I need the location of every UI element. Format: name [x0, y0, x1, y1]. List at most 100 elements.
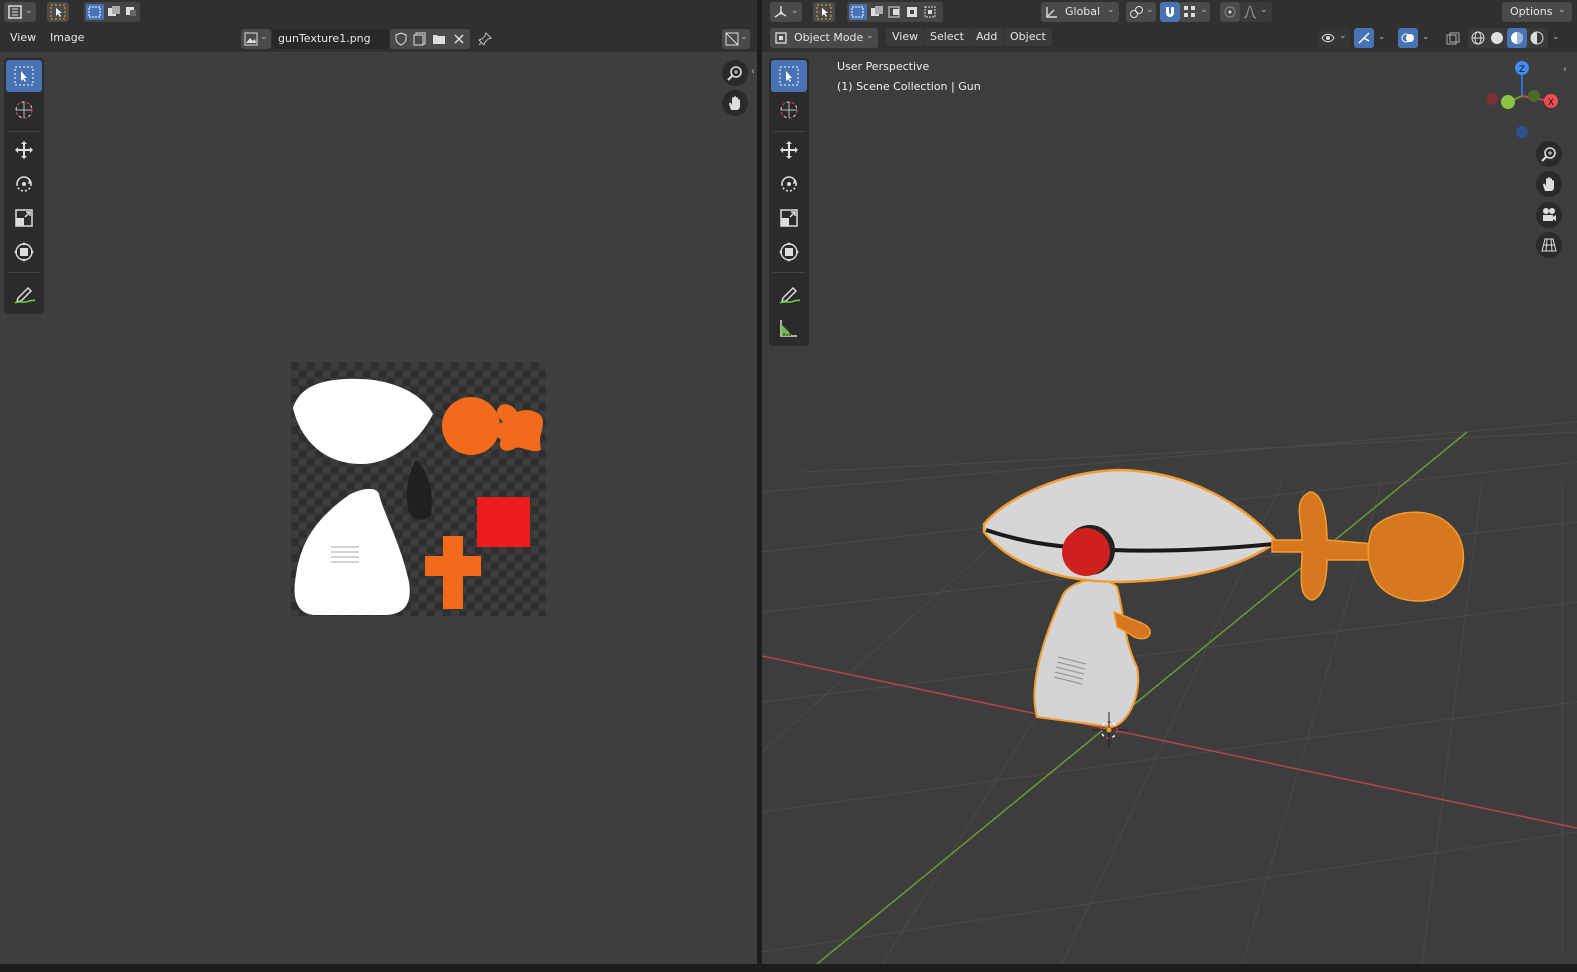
xray-icon[interactable]: [1446, 32, 1460, 46]
camera-view-button[interactable]: [1536, 202, 1562, 228]
snap-target-dropdown[interactable]: ⌄: [1180, 2, 1210, 22]
ortho-toggle-button[interactable]: [1536, 232, 1562, 258]
mode-dropdown[interactable]: Object Mode ⌄: [770, 28, 878, 48]
chevron-down-icon: ⌄: [1260, 5, 1268, 15]
material-shading-icon: [1511, 32, 1523, 44]
image-browse-button[interactable]: ⌄: [241, 29, 271, 49]
gizmo-neg-z[interactable]: [1516, 126, 1528, 138]
pan-button[interactable]: [1536, 171, 1562, 197]
tool-cursor[interactable]: [6, 94, 42, 126]
3d-viewport[interactable]: ⌄ Global ⌄ ⌄ ⌄ ⌄ Options ⌄ Object Mode ⌄…: [762, 0, 1577, 964]
chevron-down-icon[interactable]: ⌄: [1378, 32, 1386, 42]
tool-rotate[interactable]: [6, 168, 42, 200]
tool-move[interactable]: [6, 134, 42, 166]
measure-icon: [780, 320, 797, 337]
sidebar-toggle-icon[interactable]: ‹: [751, 66, 755, 77]
visibility-dropdown[interactable]: ⌄: [1318, 28, 1350, 48]
eye-icon: [1321, 33, 1335, 43]
shading-group: [1468, 28, 1548, 48]
material-shading-button[interactable]: [1507, 28, 1527, 48]
cursor-icon: [15, 101, 33, 119]
tool-scale[interactable]: [771, 202, 807, 234]
proportional-edit-toggle[interactable]: [1220, 2, 1240, 22]
perspective-label: User Perspective: [837, 60, 930, 73]
menu-object[interactable]: Object: [1004, 28, 1052, 46]
tool-scale[interactable]: [6, 202, 42, 234]
overlay-button[interactable]: ⌄: [722, 29, 750, 49]
editor-type-button[interactable]: ⌄: [4, 2, 36, 22]
tool-rotate[interactable]: [771, 168, 807, 200]
tool-annotate[interactable]: [771, 278, 807, 310]
camera-icon: [1543, 208, 1556, 221]
menu-view[interactable]: View: [4, 29, 42, 47]
gizmo-x-label: X: [1548, 98, 1554, 108]
select-tool-button[interactable]: [813, 2, 835, 22]
menu-view[interactable]: View: [886, 28, 925, 46]
rotate-icon: [16, 176, 32, 192]
navigation-gizmo[interactable]: Z X: [1480, 56, 1570, 146]
editor-type-button[interactable]: ⌄: [770, 2, 802, 22]
zoom-button[interactable]: [1536, 141, 1562, 167]
tool-measure[interactable]: [771, 312, 807, 344]
select-mode-group[interactable]: [847, 2, 943, 22]
rendered-shading-icon[interactable]: [1530, 31, 1544, 45]
image-name-field[interactable]: gunTexture1.png: [272, 29, 389, 49]
solid-shading-icon[interactable]: [1490, 31, 1504, 45]
falloff-dropdown[interactable]: ⌄: [1240, 2, 1272, 22]
snap-grid-icon: [1184, 6, 1195, 17]
scale-icon: [15, 209, 33, 227]
select-mode-icons: [849, 4, 936, 20]
chevron-down-icon[interactable]: ⌄: [1422, 32, 1430, 42]
new-image-icon[interactable]: [413, 32, 427, 46]
gizmo-neg-y[interactable]: [1528, 90, 1540, 102]
image-editor: ⌄ View Image ⌄ gunTexture1.png ⌄ ‹: [0, 0, 757, 964]
gizmo-neg-x[interactable]: [1486, 93, 1498, 105]
tool-transform[interactable]: [6, 236, 42, 268]
menu-add[interactable]: Add: [970, 28, 1004, 46]
menu-select[interactable]: Select: [924, 28, 970, 46]
options-dropdown[interactable]: Options ⌄: [1502, 2, 1572, 22]
uv-orange-circle: [442, 397, 500, 455]
menu-image[interactable]: Image: [44, 29, 90, 47]
chevron-down-icon: ⌄: [260, 32, 268, 42]
tool-annotate[interactable]: [6, 278, 42, 310]
close-icon[interactable]: [452, 32, 466, 46]
tool-select-box[interactable]: [771, 60, 807, 92]
zoom-icon: [727, 66, 742, 81]
overlays-toggle[interactable]: [1398, 28, 1418, 48]
cursor-icon: [780, 101, 798, 119]
zoom-button[interactable]: [722, 60, 748, 86]
image-name-text: gunTexture1.png: [278, 32, 371, 45]
tool-move[interactable]: [771, 134, 807, 166]
pivot-point-dropdown[interactable]: ⌄: [1126, 2, 1156, 22]
select-box-icon: [779, 66, 799, 86]
gun-model[interactable]: [982, 468, 1465, 729]
open-image-icon[interactable]: [432, 32, 446, 46]
select-tool-button[interactable]: [47, 2, 69, 22]
sidebar-toggle-icon[interactable]: ‹: [1563, 64, 1567, 75]
grid-icon: [1541, 238, 1557, 252]
viewport-subheader: Object Mode ⌄ View Select Add Object ⌄ ⌄…: [762, 25, 1577, 52]
zoom-icon: [1541, 147, 1556, 162]
gizmo-toggle[interactable]: [1354, 28, 1374, 48]
tool-select-box[interactable]: [6, 60, 42, 92]
texture-image[interactable]: [291, 362, 546, 616]
tool-cursor[interactable]: [771, 94, 807, 126]
select-box-icon: [14, 66, 34, 86]
select-mode-group[interactable]: [84, 2, 140, 22]
proportional-edit-icon: [1224, 6, 1236, 18]
options-label: Options: [1510, 5, 1553, 18]
overlays-icon: [1401, 33, 1414, 43]
chevron-down-icon[interactable]: ⌄: [1552, 32, 1560, 42]
pan-button[interactable]: [722, 90, 748, 116]
gizmo-y-ball[interactable]: [1501, 95, 1515, 109]
wireframe-shading-icon[interactable]: [1471, 31, 1485, 45]
pivot-icon: [1130, 6, 1143, 18]
transform-orientation-dropdown[interactable]: Global ⌄: [1041, 2, 1119, 22]
gun-nozzle-disc: [1367, 511, 1465, 602]
fake-user-shield-icon[interactable]: [394, 32, 408, 46]
snap-toggle[interactable]: [1160, 2, 1180, 22]
pin-icon[interactable]: [478, 32, 492, 46]
gun-nozzle: [1271, 491, 1375, 601]
tool-transform[interactable]: [771, 236, 807, 268]
